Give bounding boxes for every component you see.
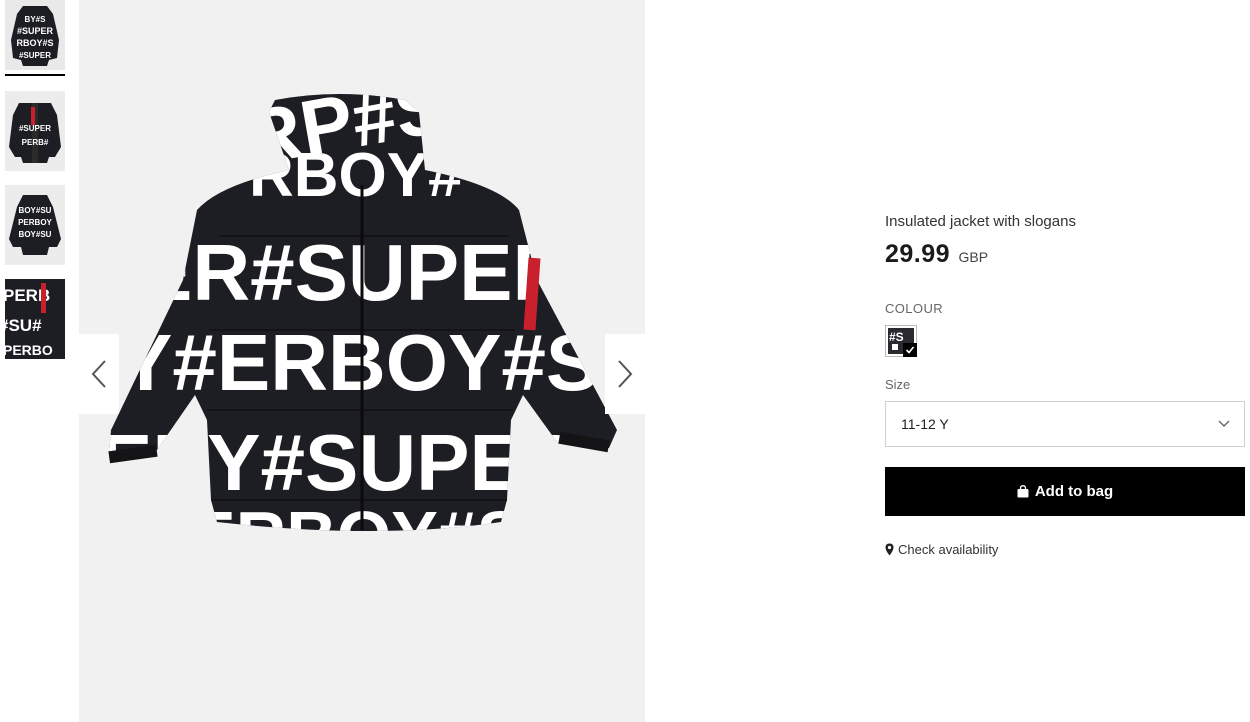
thumbnail-3[interactable]: BOY#SU PERBOY BOY#SU [5, 185, 65, 265]
svg-text:BOY#SU: BOY#SU [19, 206, 52, 215]
shopping-bag-icon [1017, 485, 1029, 498]
colour-label: COLOUR [885, 301, 944, 316]
check-availability-label: Check availability [898, 542, 999, 557]
product-price: 29.99 [885, 240, 951, 268]
svg-text:PERBOY: PERBOY [18, 218, 52, 227]
active-thumbnail-indicator [5, 74, 65, 76]
chevron-left-icon [91, 360, 106, 388]
chevron-right-icon [618, 360, 633, 388]
svg-text:RBOY#: RBOY# [249, 141, 463, 210]
jacket-image: RP#SR RBOY# ER#SUPER Y#ERBOY#SY ERY#SUPE… [99, 94, 645, 575]
svg-text:PERBO: PERBO [5, 342, 53, 358]
svg-text:#SUPER: #SUPER [17, 26, 54, 36]
svg-text:BY#S: BY#S [25, 15, 47, 24]
selected-size: 11-12 Y [901, 416, 949, 432]
location-pin-icon [885, 543, 894, 556]
previous-image-button[interactable] [79, 334, 119, 414]
checkmark-icon [903, 343, 917, 357]
product-title: Insulated jacket with slogans [885, 213, 1076, 230]
svg-text:#SU#: #SU# [5, 316, 42, 335]
next-image-button[interactable] [605, 334, 645, 414]
svg-text:ER#SUPER: ER#SUPER [139, 228, 570, 317]
svg-text:#S: #S [889, 330, 904, 344]
check-availability-link[interactable]: Check availability [885, 542, 998, 557]
svg-text:#SUPER: #SUPER [19, 124, 51, 133]
chevron-down-icon [1218, 420, 1230, 427]
thumbnail-2-image: #SUPER PERB# [5, 91, 65, 171]
colour-swatch-selected[interactable]: #S [885, 325, 917, 357]
add-to-bag-label: Add to bag [1034, 483, 1114, 500]
add-to-bag-button[interactable]: Add to bag [885, 467, 1245, 516]
thumbnail-1[interactable]: BY#S #SUPER RBOY#S #SUPER [5, 0, 65, 70]
svg-text:ERY#SUPER: ERY#SUPER [99, 418, 581, 507]
thumbnail-4[interactable]: PERB #SU# PERBO [5, 279, 65, 359]
svg-text:Y#ERBOY#SY: Y#ERBOY#SY [119, 318, 645, 407]
size-label: Size [885, 377, 911, 392]
svg-text:RBOY#S: RBOY#S [16, 38, 53, 48]
thumbnail-2[interactable]: #SUPER PERB# [5, 91, 65, 171]
thumbnail-4-image: PERB #SU# PERBO [5, 279, 65, 359]
svg-text:BOY#SU: BOY#SU [19, 230, 52, 239]
thumbnail-3-image: BOY#SU PERBOY BOY#SU [5, 185, 65, 265]
svg-text:#SUPER: #SUPER [19, 51, 51, 60]
size-select[interactable]: 11-12 Y [885, 401, 1245, 447]
thumbnail-1-image: BY#S #SUPER RBOY#S #SUPER [5, 0, 65, 70]
price-currency: GBP [958, 249, 989, 265]
main-product-image: RP#SR RBOY# ER#SUPER Y#ERBOY#SY ERY#SUPE… [79, 0, 645, 722]
svg-text:ERBOY#S: ERBOY#S [189, 497, 524, 575]
price-row: 29.99 GBP [885, 240, 988, 269]
svg-text:PERB#: PERB# [22, 138, 49, 147]
